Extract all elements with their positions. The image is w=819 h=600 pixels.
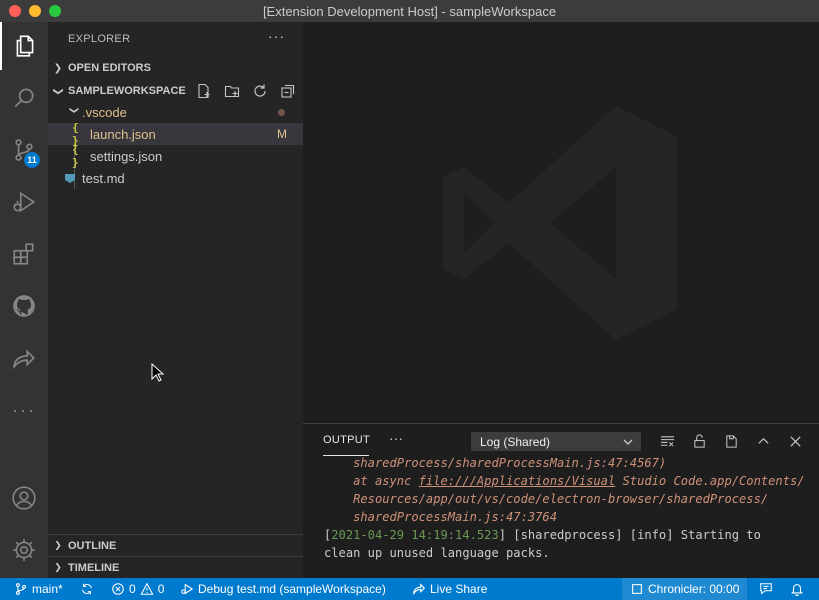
live-share-status[interactable]: Live Share (412, 578, 487, 600)
file-label: test.md (82, 170, 125, 186)
live-share-icon (413, 583, 426, 596)
workspace-label: SAMPLEWORKSPACE (68, 85, 186, 97)
more-icon[interactable]: ··· (0, 386, 48, 434)
collapse-all-icon[interactable] (279, 83, 297, 99)
maximize-window-button[interactable] (49, 5, 61, 17)
output-channel-value: Log (Shared) (480, 434, 551, 449)
feedback-icon (760, 583, 772, 595)
editor-area[interactable] (303, 22, 819, 423)
close-window-button[interactable] (9, 5, 21, 17)
open-editors-section[interactable]: ❯ OPEN EDITORS (48, 57, 303, 79)
log-line: [2021-04-29 14:19:14.523] [sharedprocess… (324, 528, 761, 542)
minimize-window-button[interactable] (29, 5, 41, 17)
outline-label: OUTLINE (68, 539, 117, 552)
log-line: at async file:///Applications/Visual Stu… (324, 474, 805, 488)
github-icon[interactable] (0, 282, 48, 330)
run-debug-icon[interactable] (0, 178, 48, 226)
problems-status[interactable]: 0 0 (111, 578, 164, 600)
record-square-icon (632, 584, 642, 594)
file-label: settings.json (90, 148, 163, 164)
modified-badge: M (277, 127, 287, 141)
sidebar-more-button[interactable]: ··· (268, 28, 285, 44)
new-file-icon[interactable] (195, 83, 213, 99)
log-line: sharedProcess/sharedProcessMain.js:47:45… (324, 456, 667, 470)
log-line: clean up unused language packs. (324, 546, 550, 560)
tree-file-test-md[interactable]: test.md (48, 167, 303, 189)
explorer-icon[interactable] (0, 22, 48, 70)
modified-dot-icon (278, 108, 285, 116)
tree-file-settings-json[interactable]: { } settings.json (48, 143, 303, 169)
bell-icon (790, 584, 804, 596)
branch-name: main* (32, 582, 63, 596)
timeline-label: TIMELINE (68, 561, 120, 574)
warning-icon (140, 582, 154, 595)
workspace-section[interactable]: ❯ SAMPLEWORKSPACE (48, 80, 303, 102)
chevron-right-icon: ❯ (53, 62, 63, 74)
output-panel: OUTPUT ··· Log (Shared) sharedProcess/sh… (303, 423, 819, 578)
tree-file-launch-json[interactable]: { } launch.json M (48, 121, 303, 147)
settings-gear-icon[interactable] (0, 526, 48, 574)
markdown-file-icon (64, 172, 82, 184)
window-controls (9, 5, 61, 17)
panel-actions (659, 433, 803, 449)
live-share-icon[interactable] (0, 334, 48, 382)
file-label: launch.json (90, 126, 156, 142)
log-line: Resources/app/out/vs/code/electron-brows… (324, 492, 769, 506)
sync-icon (82, 583, 92, 595)
outline-section[interactable]: ❯ OUTLINE (48, 534, 303, 556)
source-control-icon[interactable]: 11 (0, 126, 48, 174)
extensions-icon[interactable] (0, 230, 48, 278)
title-bar: [Extension Development Host] - sampleWor… (0, 0, 819, 22)
debug-label: Debug test.md (sampleWorkspace) (198, 582, 386, 596)
open-log-file-icon[interactable] (723, 433, 739, 449)
tab-output[interactable]: OUTPUT (323, 434, 370, 446)
refresh-icon[interactable] (251, 83, 269, 99)
mouse-pointer-icon (151, 363, 165, 382)
explorer-sidebar: EXPLORER ··· ❯ OPEN EDITORS ❯ SAMPLEWORK… (48, 22, 303, 578)
chevron-down-icon: ❯ (69, 106, 80, 114)
new-folder-icon[interactable] (223, 83, 241, 99)
workspace-actions (195, 83, 297, 99)
account-icon[interactable] (0, 474, 48, 522)
open-editors-label: OPEN EDITORS (68, 62, 151, 74)
feedback-status[interactable] (759, 578, 773, 600)
sidebar-title: EXPLORER (68, 33, 131, 45)
notifications-status[interactable] (790, 578, 804, 600)
branch-status[interactable]: main* (14, 578, 63, 600)
log-file-link[interactable]: file:///Applications/Visual (419, 474, 616, 488)
sync-status[interactable] (80, 578, 94, 600)
tree-folder-vscode[interactable]: ❯ .vscode (48, 101, 303, 123)
log-line: sharedProcessMain.js:47:3764 (324, 510, 557, 524)
chevron-down-icon (623, 439, 633, 445)
chevron-right-icon: ❯ (54, 562, 62, 572)
clear-output-icon[interactable] (659, 433, 675, 449)
chevron-right-icon: ❯ (54, 540, 62, 550)
live-share-label: Live Share (430, 582, 488, 596)
window-title: [Extension Development Host] - sampleWor… (262, 3, 557, 19)
warning-count: 0 (157, 582, 165, 596)
maximize-panel-icon[interactable] (755, 433, 771, 449)
close-panel-icon[interactable] (787, 433, 803, 449)
log-timestamp: 2021-04-29 14:19:14.523 (331, 528, 499, 542)
source-control-badge: 11 (24, 152, 40, 168)
error-count: 0 (129, 582, 136, 596)
chronicler-status[interactable]: Chronicler: 00:00 (622, 578, 748, 600)
debug-icon (181, 583, 194, 595)
timeline-section[interactable]: ❯ TIMELINE (48, 556, 303, 578)
vscode-logo-icon (443, 106, 677, 340)
lock-scroll-icon[interactable] (691, 433, 707, 449)
output-log[interactable]: sharedProcess/sharedProcessMain.js:47:45… (324, 454, 805, 562)
folder-label: .vscode (82, 104, 127, 120)
git-branch-icon (16, 583, 26, 595)
error-icon (112, 583, 124, 595)
chevron-down-icon: ❯ (52, 86, 64, 96)
search-icon[interactable] (0, 74, 48, 122)
status-bar: main* 0 0 Debug test.md (sampleWorkspace… (0, 578, 819, 600)
json-file-icon: { } (72, 143, 79, 169)
debug-status[interactable]: Debug test.md (sampleWorkspace) (180, 578, 386, 600)
panel-more-button[interactable]: ··· (389, 430, 403, 446)
activity-bar: 11 ··· (0, 22, 48, 578)
output-channel-select[interactable]: Log (Shared) (471, 432, 641, 451)
chronicler-label: Chronicler: 00:00 (648, 582, 740, 596)
